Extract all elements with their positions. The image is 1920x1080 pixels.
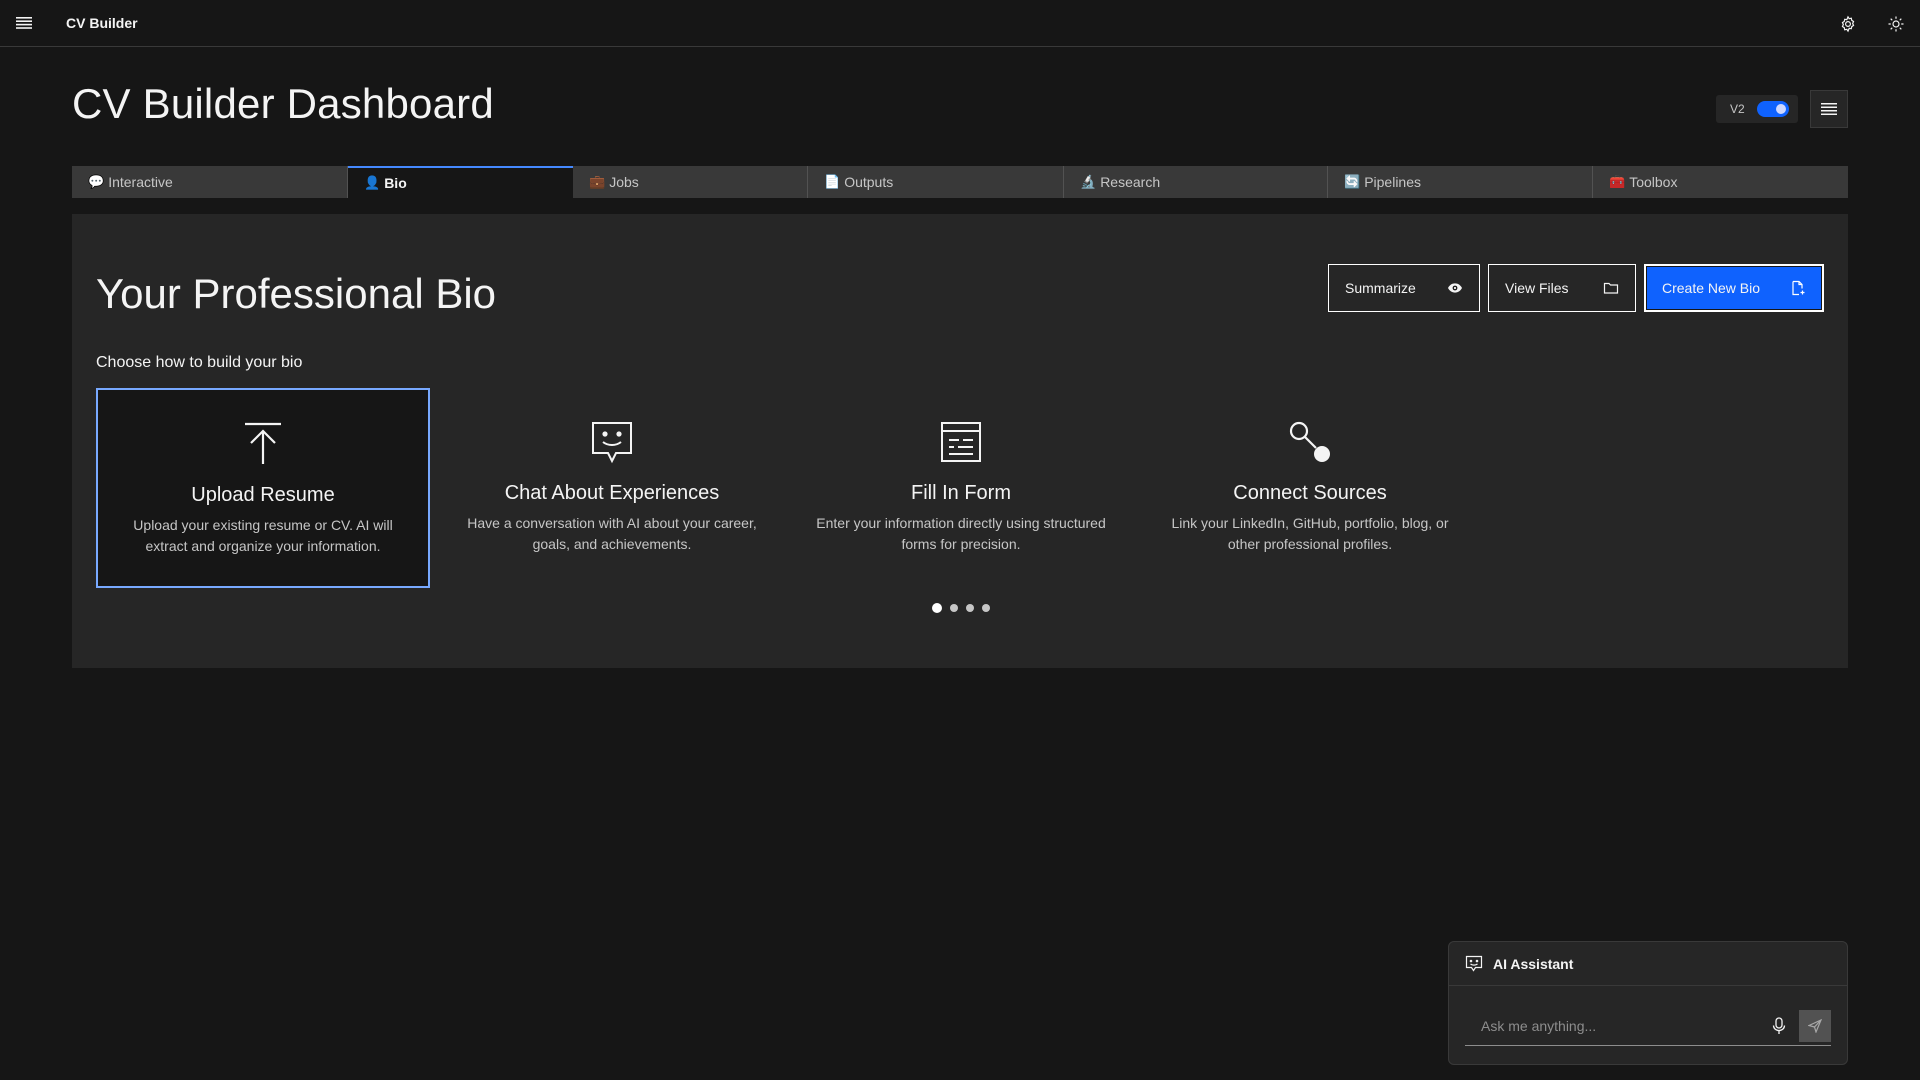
option-title: Upload Resume bbox=[191, 484, 335, 506]
toolbox-icon: 🧰 bbox=[1609, 174, 1626, 189]
tab-list: 💬 Interactive 👤 Bio 💼 Jobs 📄 Outputs 🔬 R… bbox=[72, 166, 1848, 198]
list-icon bbox=[1821, 103, 1837, 115]
option-connect-sources[interactable]: Connect Sources Link your LinkedIn, GitH… bbox=[1143, 388, 1477, 588]
speech-bubble-icon: 💬 bbox=[88, 174, 105, 189]
ai-assistant-panel: AI Assistant bbox=[1448, 941, 1848, 1065]
send-icon bbox=[1808, 1018, 1822, 1033]
pagination-dot-1[interactable] bbox=[932, 603, 942, 613]
app-name[interactable]: CV Builder bbox=[66, 15, 138, 31]
assistant-title: AI Assistant bbox=[1493, 955, 1574, 972]
create-new-bio-button[interactable]: Create New Bio bbox=[1644, 264, 1824, 312]
option-title: Connect Sources bbox=[1233, 482, 1387, 504]
version-toggle[interactable]: V2 bbox=[1716, 95, 1798, 123]
tab-interactive[interactable]: 💬 Interactive bbox=[72, 166, 348, 198]
tab-toolbox[interactable]: 🧰 Toolbox bbox=[1593, 166, 1848, 198]
toggle-switch[interactable] bbox=[1756, 101, 1789, 117]
assistant-input-row bbox=[1465, 1006, 1831, 1046]
tab-jobs[interactable]: 💼 Jobs bbox=[573, 166, 808, 198]
view-files-button[interactable]: View Files bbox=[1488, 264, 1636, 312]
theme-toggle-button[interactable] bbox=[1872, 0, 1920, 47]
connect-icon bbox=[1286, 418, 1334, 466]
tab-outputs[interactable]: 📄 Outputs bbox=[808, 166, 1064, 198]
summarize-button[interactable]: Summarize bbox=[1328, 264, 1480, 312]
option-description: Enter your information directly using st… bbox=[816, 515, 1106, 552]
gear-icon bbox=[1839, 15, 1857, 33]
document-icon: 📄 bbox=[824, 174, 841, 189]
send-button[interactable] bbox=[1799, 1009, 1831, 1042]
person-icon: 👤 bbox=[364, 175, 381, 190]
chat-bot-icon bbox=[588, 418, 636, 466]
tab-research[interactable]: 🔬 Research bbox=[1064, 166, 1328, 198]
menu-icon bbox=[15, 17, 32, 29]
toggle-knob bbox=[1775, 104, 1786, 114]
new-document-icon bbox=[1790, 280, 1806, 296]
assistant-input[interactable] bbox=[1465, 1016, 1763, 1035]
tab-pipelines[interactable]: 🔄 Pipelines bbox=[1328, 166, 1593, 198]
microphone-icon bbox=[1772, 1016, 1786, 1035]
tab-bio[interactable]: 👤 Bio bbox=[348, 166, 573, 198]
tab-label: Toolbox bbox=[1629, 174, 1678, 190]
refresh-icon: 🔄 bbox=[1344, 174, 1361, 189]
tab-label: Jobs bbox=[609, 174, 639, 190]
tab-label: Outputs bbox=[844, 174, 894, 190]
sun-icon bbox=[1887, 15, 1905, 33]
tab-label: Bio bbox=[384, 175, 407, 191]
option-description: Have a conversation with AI about your c… bbox=[467, 515, 757, 552]
summarize-label: Summarize bbox=[1345, 280, 1416, 296]
option-description: Upload your existing resume or CV. AI wi… bbox=[133, 517, 393, 554]
microphone-button[interactable] bbox=[1763, 1010, 1795, 1042]
view-menu-button[interactable] bbox=[1810, 90, 1848, 128]
tab-label: Research bbox=[1100, 174, 1161, 190]
form-icon bbox=[937, 418, 985, 466]
create-new-bio-label: Create New Bio bbox=[1662, 280, 1761, 296]
chat-icon bbox=[1465, 955, 1483, 973]
bio-panel: Your Professional Bio Choose how to buil… bbox=[72, 214, 1848, 668]
menu-button[interactable] bbox=[0, 0, 47, 47]
briefcase-icon: 💼 bbox=[589, 174, 606, 189]
option-fill-in-form[interactable]: Fill In Form Enter your information dire… bbox=[794, 388, 1128, 588]
bio-options: Upload Resume Upload your existing resum… bbox=[96, 388, 1492, 588]
folder-icon bbox=[1603, 280, 1619, 296]
microscope-icon: 🔬 bbox=[1080, 174, 1097, 189]
assistant-header[interactable]: AI Assistant bbox=[1449, 942, 1847, 986]
tab-label: Interactive bbox=[108, 174, 173, 190]
tab-label: Pipelines bbox=[1364, 174, 1422, 190]
option-description: Link your LinkedIn, GitHub, portfolio, b… bbox=[1171, 515, 1449, 552]
pagination-dot-2[interactable] bbox=[950, 604, 958, 612]
eye-icon bbox=[1447, 280, 1463, 296]
top-navigation-bar: CV Builder bbox=[0, 0, 1920, 47]
page-title: CV Builder Dashboard bbox=[72, 80, 494, 127]
pagination-dot-3[interactable] bbox=[966, 604, 974, 612]
panel-title: Your Professional Bio bbox=[96, 270, 497, 317]
option-chat-about-experiences[interactable]: Chat About Experiences Have a conversati… bbox=[445, 388, 779, 588]
option-title: Chat About Experiences bbox=[504, 482, 720, 504]
view-files-label: View Files bbox=[1505, 280, 1569, 296]
upload-icon bbox=[239, 420, 287, 468]
option-title: Fill In Form bbox=[911, 482, 1011, 504]
pagination-dot-4[interactable] bbox=[982, 604, 990, 612]
option-upload-resume[interactable]: Upload Resume Upload your existing resum… bbox=[96, 388, 430, 588]
settings-button[interactable] bbox=[1824, 0, 1872, 47]
version-label: V2 bbox=[1730, 102, 1745, 116]
panel-subtitle: Choose how to build your bio bbox=[96, 354, 303, 371]
carousel-pagination bbox=[932, 603, 998, 613]
